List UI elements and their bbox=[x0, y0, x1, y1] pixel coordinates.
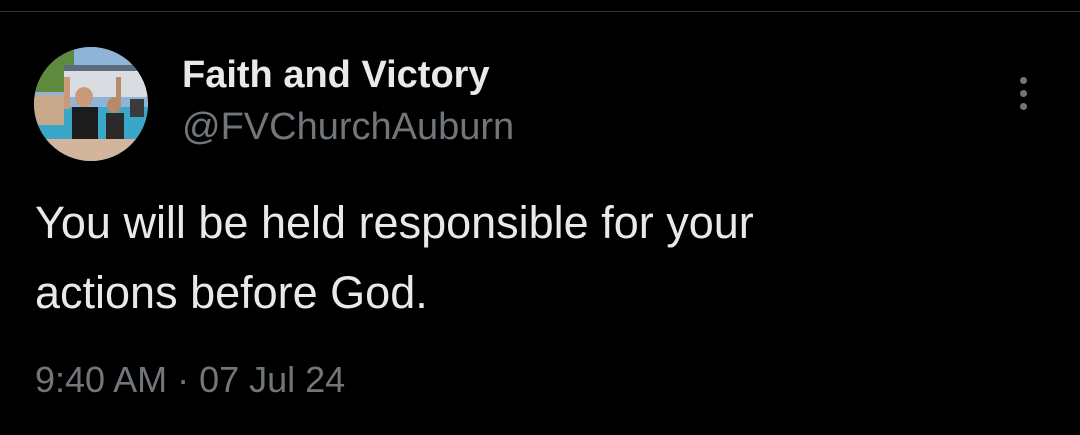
more-options-button[interactable] bbox=[1004, 70, 1042, 116]
avatar[interactable] bbox=[34, 47, 148, 161]
author-handle[interactable]: @FVChurchAuburn bbox=[182, 104, 514, 150]
tweet-timestamp[interactable]: 9:40 AM · 07 Jul 24 bbox=[35, 356, 345, 404]
avatar-photo bbox=[34, 47, 148, 161]
author-display-name[interactable]: Faith and Victory bbox=[182, 52, 490, 98]
top-divider bbox=[0, 11, 1080, 12]
more-vertical-icon-dot bbox=[1019, 102, 1027, 110]
tweet-text: You will be held responsible for your ac… bbox=[35, 197, 754, 318]
more-vertical-icon-dot bbox=[1019, 89, 1027, 97]
more-vertical-icon bbox=[1019, 76, 1027, 84]
